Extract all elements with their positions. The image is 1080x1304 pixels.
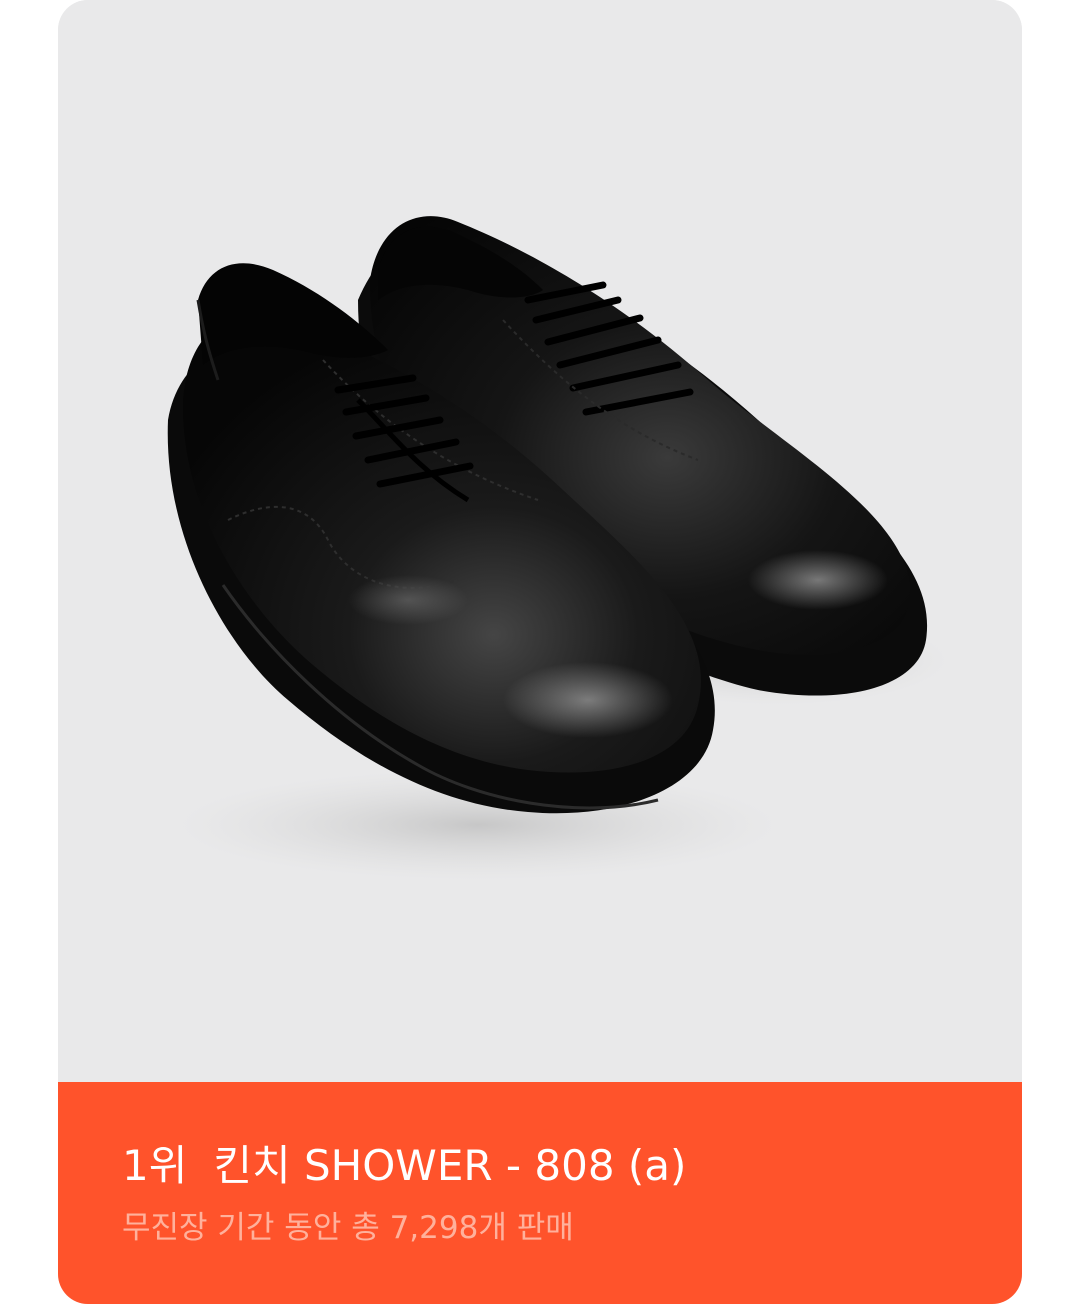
sales-summary: 무진장 기간 동안 총 7,298개 판매 — [122, 1210, 574, 1246]
product-title-line: 1위 킨치 SHOWER - 808 (a) — [122, 1140, 686, 1192]
rank-label: 1위 — [122, 1141, 188, 1190]
ranking-banner: 1위 킨치 SHOWER - 808 (a) 무진장 기간 동안 총 7,298… — [58, 1082, 1022, 1304]
product-image — [58, 0, 1022, 1082]
product-ranking-card[interactable]: 1위 킨치 SHOWER - 808 (a) 무진장 기간 동안 총 7,298… — [58, 0, 1022, 1304]
shoes-illustration-icon — [167, 216, 948, 880]
product-title[interactable]: 킨치 SHOWER - 808 (a) — [213, 1140, 686, 1192]
